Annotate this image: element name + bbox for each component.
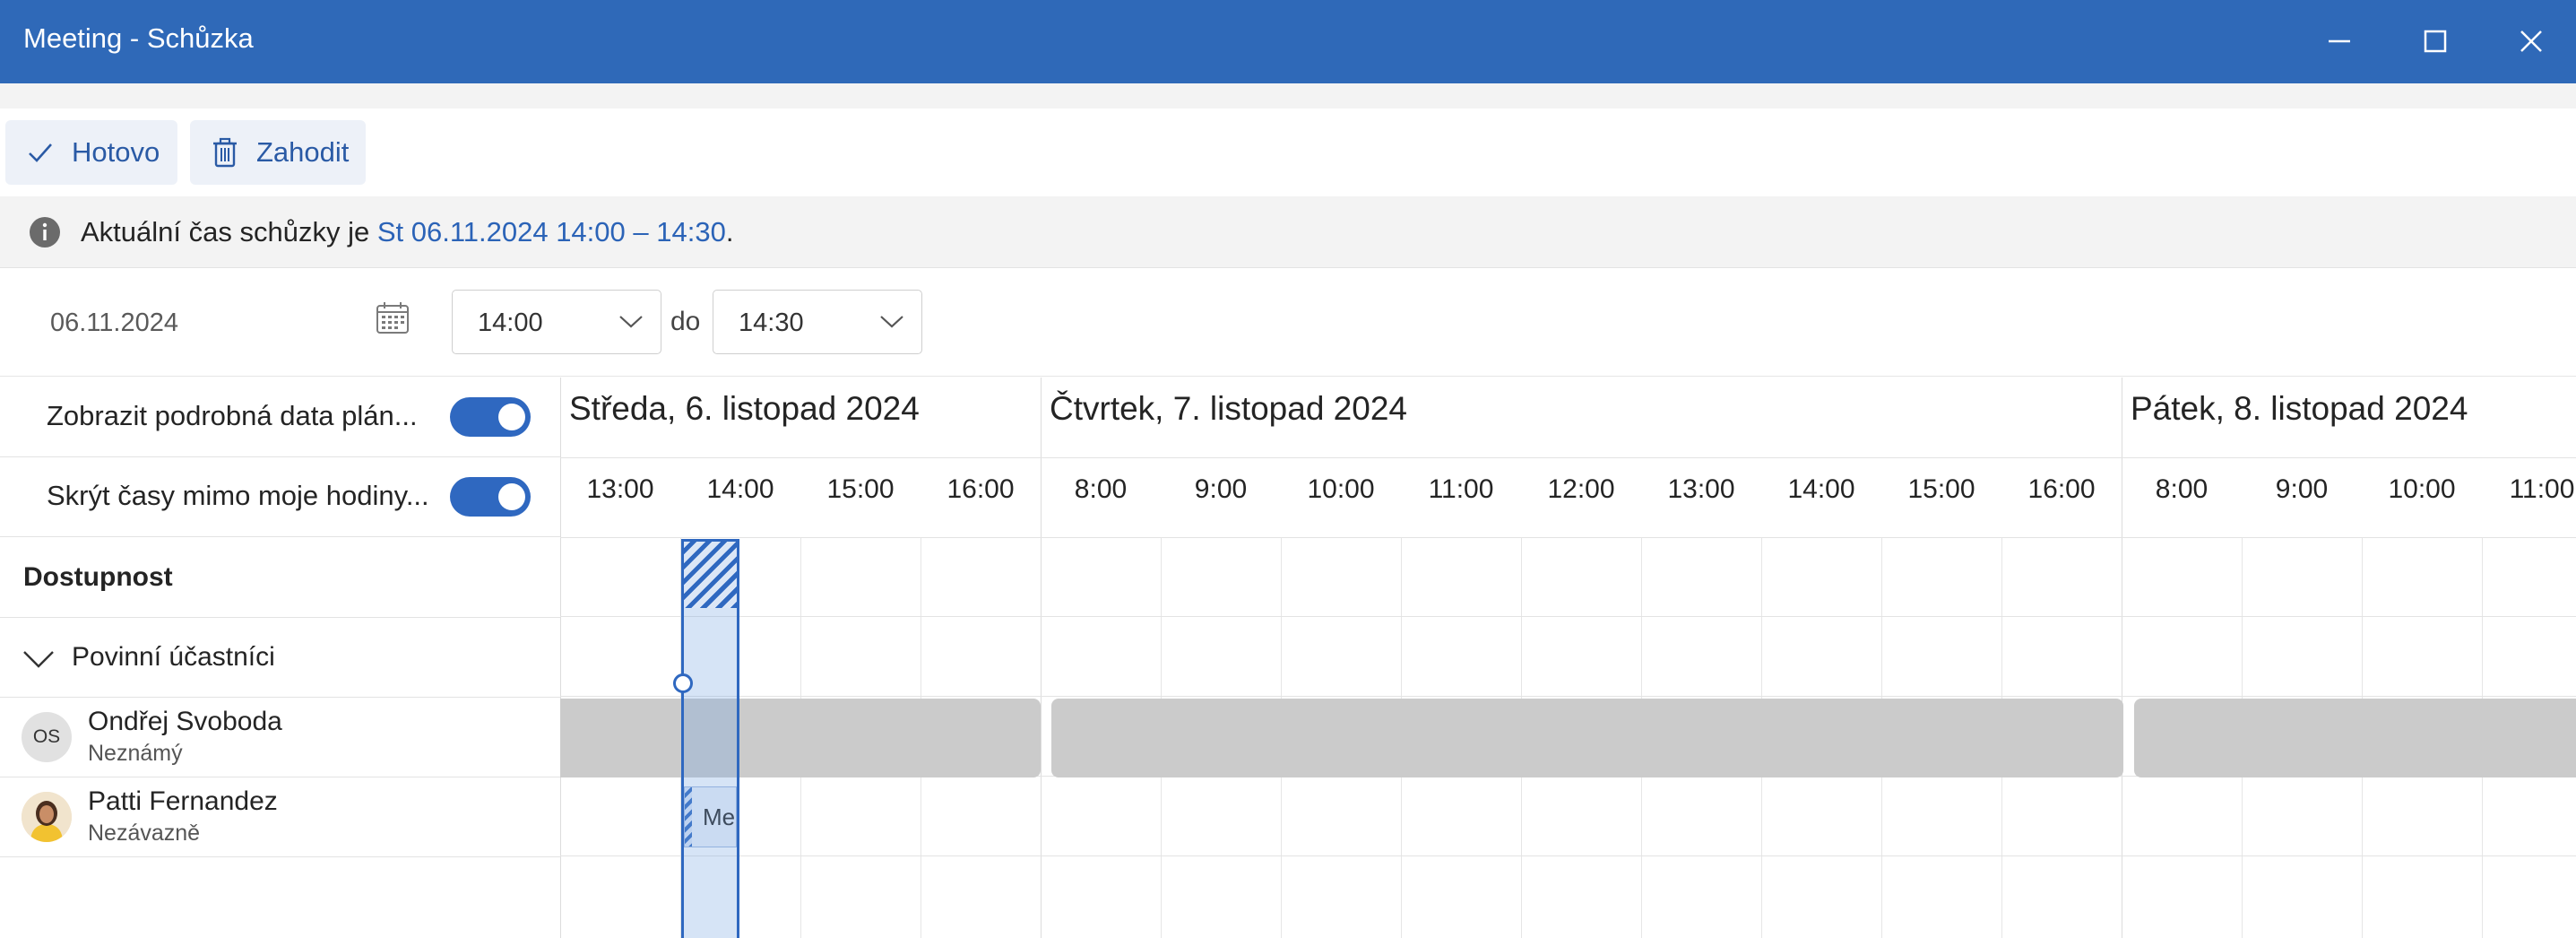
availability-hatch <box>684 542 737 608</box>
done-button[interactable]: Hotovo <box>5 120 177 185</box>
attendee-name: Ondřej Svoboda <box>88 707 282 736</box>
availability-label: Dostupnost <box>23 562 173 592</box>
busy-block <box>2134 699 2576 777</box>
hour-label: 12:00 <box>1547 474 1615 504</box>
hide-offhours-toggle[interactable] <box>450 477 531 517</box>
row-gridline <box>560 537 2576 538</box>
hour-label: 15:00 <box>1907 474 1975 504</box>
attendee-row[interactable]: OS Ondřej Svoboda Neznámý <box>0 698 560 777</box>
info-suffix: . <box>725 216 734 248</box>
date-input[interactable]: 06.11.2024 <box>50 308 178 338</box>
availability-row: Dostupnost <box>0 538 560 618</box>
show-details-label: Zobrazit podrobná data plán... <box>47 400 418 431</box>
hour-label: 11:00 <box>2509 474 2575 504</box>
row-gridline <box>560 457 2576 458</box>
hour-label: 10:00 <box>1307 474 1375 504</box>
scheduling-window: Meeting - Schůzka Hotovo Zahodit Aktuáln… <box>0 0 2576 938</box>
attendee-status: Neznámý <box>88 741 183 766</box>
window-title: Meeting - Schůzka <box>23 22 254 54</box>
hour-label: 11:00 <box>1428 474 1494 504</box>
hour-label: 14:00 <box>1787 474 1855 504</box>
checkmark-icon <box>29 143 52 162</box>
to-label: do <box>670 307 701 336</box>
avatar <box>22 792 72 842</box>
maximize-icon <box>2424 30 2447 53</box>
person-photo-icon <box>22 792 72 842</box>
minimize-button[interactable] <box>2316 18 2363 65</box>
end-time-select[interactable]: 14:30 <box>713 290 922 354</box>
day-header: Pátek, 8. listopad 2024 <box>2131 390 2468 427</box>
done-label: Hotovo <box>72 136 160 168</box>
close-icon <box>2520 30 2542 52</box>
attendee-status: Nezávazně <box>88 821 201 846</box>
discard-label: Zahodit <box>256 136 350 168</box>
toggle-knob <box>498 404 525 430</box>
trash-icon <box>213 137 237 168</box>
minimize-icon <box>2329 39 2350 43</box>
required-attendees-header[interactable]: Povinní účastníci <box>0 618 560 698</box>
show-details-toggle[interactable] <box>450 397 531 437</box>
day-divider <box>1041 378 1042 938</box>
hour-label: 8:00 <box>1074 474 1128 504</box>
info-icon <box>30 217 60 248</box>
end-time-value: 14:30 <box>739 308 804 337</box>
title-strip <box>0 83 2576 109</box>
start-time-value: 14:00 <box>478 308 543 337</box>
day-divider <box>560 378 561 938</box>
row-gridline <box>560 616 2576 617</box>
row-gridline <box>560 855 2576 856</box>
toggle-knob <box>498 483 525 510</box>
hour-label: 13:00 <box>586 474 654 504</box>
hour-label: 15:00 <box>826 474 895 504</box>
meeting-time-link[interactable]: St 06.11.2024 14:00 – 14:30 <box>377 216 726 248</box>
start-time-select[interactable]: 14:00 <box>452 290 661 354</box>
resize-handle[interactable] <box>673 673 693 693</box>
hour-label: 13:00 <box>1667 474 1735 504</box>
avatar: OS <box>22 712 72 762</box>
hour-label: 16:00 <box>2027 474 2096 504</box>
hide-offhours-row: Skrýt časy mimo moje hodiny... <box>0 457 560 537</box>
hour-label: 14:00 <box>706 474 774 504</box>
info-prefix: Aktuální čas schůzky je <box>81 216 377 248</box>
info-text: Aktuální čas schůzky je St 06.11.2024 14… <box>81 215 733 249</box>
calendar-icon[interactable] <box>375 301 411 335</box>
close-button[interactable] <box>2508 18 2554 65</box>
title-bar: Meeting - Schůzka <box>0 0 2576 83</box>
maximize-button[interactable] <box>2412 18 2459 65</box>
day-header: Středa, 6. listopad 2024 <box>569 390 920 427</box>
hide-offhours-label: Skrýt časy mimo moje hodiny... <box>47 480 429 511</box>
busy-block <box>560 699 1041 777</box>
date-time-row: 06.11.2024 14:00 do 14:30 <box>0 269 2576 377</box>
hour-label: 9:00 <box>2275 474 2329 504</box>
discard-button[interactable]: Zahodit <box>190 120 366 185</box>
chevron-down-icon <box>880 316 903 328</box>
row-gridline <box>560 696 2576 697</box>
required-attendees-label: Povinní účastníci <box>72 642 275 672</box>
attendee-name: Patti Fernandez <box>88 786 278 816</box>
hour-label: 10:00 <box>2388 474 2456 504</box>
chevron-down-icon <box>619 316 643 328</box>
hour-label: 8:00 <box>2155 474 2209 504</box>
scheduling-grid[interactable]: Středa, 6. listopad 2024 13:00 14:00 15:00 1… <box>560 378 2576 938</box>
hour-label: 9:00 <box>1194 474 1248 504</box>
info-bar: Aktuální čas schůzky je St 06.11.2024 14… <box>0 196 2576 268</box>
hour-label: 16:00 <box>947 474 1015 504</box>
chevron-down-icon[interactable] <box>22 648 56 670</box>
show-details-row: Zobrazit podrobná data plán... <box>0 378 560 457</box>
busy-block <box>1051 699 2123 777</box>
day-header: Čtvrtek, 7. listopad 2024 <box>1050 390 1407 427</box>
attendee-row[interactable]: Patti Fernandez Nezávazně <box>0 777 560 857</box>
